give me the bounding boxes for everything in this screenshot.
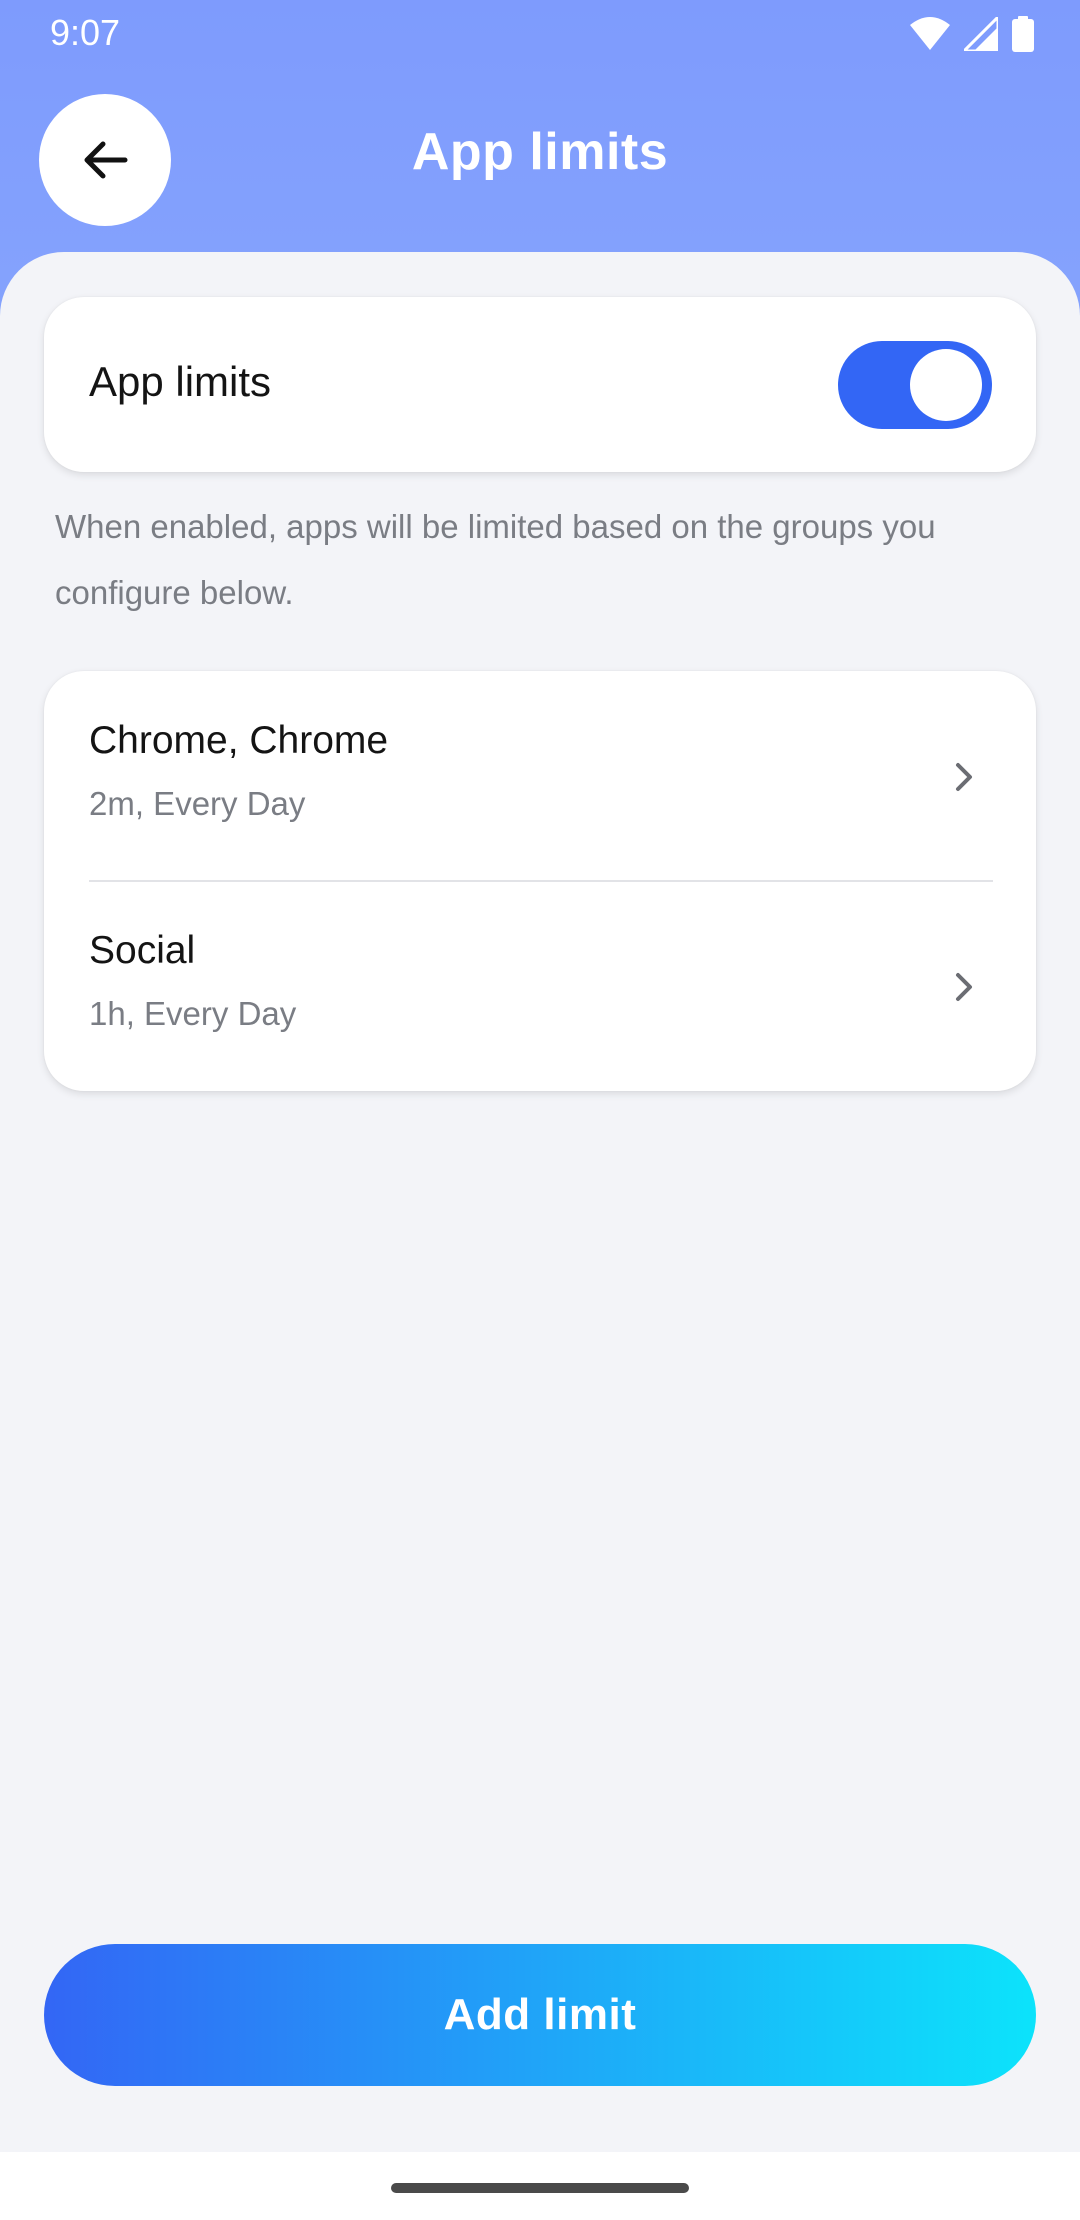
add-limit-button[interactable]: Add limit xyxy=(44,1944,1036,2086)
add-limit-button-label: Add limit xyxy=(443,1990,637,2039)
limit-group-detail: 2m, Every Day xyxy=(89,785,306,822)
limit-groups-card: Chrome, Chrome 2m, Every Day Social 1h, … xyxy=(44,671,1036,1091)
limit-group-row[interactable]: Social 1h, Every Day xyxy=(44,881,1036,1091)
page-title: App limits xyxy=(411,123,669,181)
limit-group-row[interactable]: Chrome, Chrome 2m, Every Day xyxy=(44,671,1036,882)
status-bar: 9:07 xyxy=(0,0,1080,66)
battery-icon xyxy=(1012,16,1034,52)
limit-group-name: Social xyxy=(89,929,196,972)
limit-group-name: Chrome, Chrome xyxy=(89,719,389,762)
status-time: 9:07 xyxy=(50,12,121,53)
app-limits-toggle-card: App limits xyxy=(44,297,1036,472)
gesture-nav-bar xyxy=(0,2152,1080,2220)
chevron-right-icon xyxy=(956,763,972,791)
app-limits-screen: 9:07 App limits App limits When enabled,… xyxy=(0,0,1080,2220)
toggle-knob xyxy=(910,349,982,421)
description-text: When enabled, apps will be limited based… xyxy=(55,508,936,611)
signal-icon xyxy=(964,17,998,51)
wifi-icon xyxy=(910,17,950,50)
home-indicator[interactable] xyxy=(391,2183,689,2193)
app-limits-toggle-label: App limits xyxy=(89,358,272,405)
chevron-right-icon xyxy=(956,973,972,1001)
app-limits-toggle[interactable] xyxy=(838,341,992,429)
limit-group-detail: 1h, Every Day xyxy=(89,995,297,1032)
status-icons xyxy=(910,14,1034,54)
